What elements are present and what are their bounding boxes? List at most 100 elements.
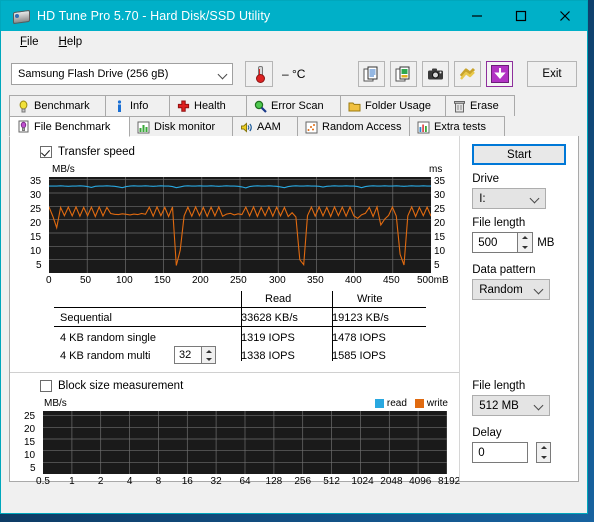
chevron-down-icon [531, 194, 540, 203]
exit-button[interactable]: Exit [527, 61, 577, 87]
results-random-single-read: 1319 IOPS [241, 332, 295, 344]
tab-disk-monitor[interactable]: Disk monitor [129, 116, 233, 137]
copy-text-icon[interactable] [358, 61, 385, 87]
tab-random-access[interactable]: Random Access [297, 116, 410, 137]
menu-file[interactable]: File [10, 34, 49, 50]
transfer-speed-plot-area [49, 177, 431, 273]
ytick-left-30: 30 [30, 190, 42, 201]
block-xtick-4096: 4096 [409, 476, 432, 487]
file-length-arrows[interactable] [518, 232, 534, 253]
delay-arrows[interactable] [536, 442, 552, 463]
tab-file-benchmark[interactable]: File Benchmark [9, 116, 130, 137]
temperature-button[interactable] [245, 61, 273, 87]
copy-image-icon[interactable] [390, 61, 417, 87]
block-ytick-5: 5 [30, 463, 36, 474]
drive-select-value: Samsung Flash Drive (256 gB) [18, 68, 169, 80]
tab-file-benchmark-label: File Benchmark [34, 120, 111, 133]
screenshot-camera-icon[interactable] [422, 61, 449, 87]
block-xtick-32: 32 [210, 476, 222, 487]
file-length-up[interactable] [518, 233, 532, 243]
tab-info[interactable]: Info [105, 95, 170, 116]
ytick-left-5: 5 [36, 260, 42, 271]
transfer-speed-checkbox[interactable]: Transfer speed [40, 146, 135, 158]
data-pattern-label: Data pattern [472, 264, 536, 276]
tab-health-label: Health [194, 100, 226, 112]
file-benchmark-icon [17, 120, 30, 133]
results-row-label-sequential: Sequential [60, 312, 112, 324]
ytick-right-10: 10 [434, 246, 446, 257]
block-file-length-value: 512 MB [479, 399, 519, 412]
tab-folder-usage-label: Folder Usage [365, 100, 432, 112]
legend-read-label: read [386, 398, 407, 409]
queue-depth-down[interactable] [202, 355, 215, 363]
queue-depth-value[interactable]: 32 [174, 346, 202, 364]
title-bar: HD Tune Pro 5.70 - Hard Disk/SSD Utility [1, 1, 587, 31]
delay-value[interactable]: 0 [472, 442, 529, 463]
data-pattern-combo[interactable]: Random [472, 279, 551, 300]
block-size-checkbox[interactable]: Block size measurement [40, 380, 183, 392]
tab-extra-tests[interactable]: Extra tests [409, 116, 505, 137]
block-ytick-20: 20 [24, 424, 36, 435]
menu-bar: File Help [1, 31, 587, 53]
xtick-200: 200 [192, 275, 209, 286]
tab-folder-usage[interactable]: Folder Usage [340, 95, 446, 116]
delay-stepper[interactable]: 0 [472, 442, 552, 463]
checkbox-box [40, 380, 52, 392]
tab-benchmark[interactable]: Benchmark [9, 95, 106, 116]
tab-health[interactable]: Health [169, 95, 247, 116]
tab-row-1: Benchmark Info Health Error Scan Folder … [9, 95, 579, 116]
drive-combo-value: I: [479, 192, 486, 205]
ytick-right-35: 35 [434, 176, 446, 187]
delay-up[interactable] [537, 443, 550, 453]
tabs-area: Benchmark Info Health Error Scan Folder … [1, 95, 587, 487]
drive-combo[interactable]: I: [472, 188, 547, 209]
xtick-500: 500mB [417, 275, 449, 286]
close-button[interactable] [543, 1, 587, 31]
ytick-left-20: 20 [30, 218, 42, 229]
delay-down[interactable] [537, 453, 550, 463]
block-xtick-8192: 8192 [438, 476, 461, 487]
file-benchmark-panel: Transfer speed MB/s ms 35 30 25 20 15 10… [9, 136, 579, 487]
benchmark-left-column: Transfer speed MB/s ms 35 30 25 20 15 10… [10, 136, 460, 487]
bar-chart-icon [137, 121, 150, 134]
tab-aam[interactable]: AAM [232, 116, 298, 137]
folder-icon [348, 100, 361, 113]
file-length-unit: MB [537, 236, 555, 249]
block-xtick-2: 2 [97, 476, 104, 487]
block-ytick-10: 10 [24, 450, 36, 461]
info-icon [113, 99, 126, 113]
menu-help[interactable]: Help [49, 34, 93, 50]
file-length-down[interactable] [518, 243, 532, 253]
queue-depth-arrows[interactable] [202, 346, 216, 364]
options-icon[interactable] [454, 61, 481, 87]
file-length-label-top: File length [472, 217, 526, 229]
results-header-read: Read [265, 293, 292, 305]
download-arrow-icon[interactable] [486, 61, 513, 87]
speaker-icon [240, 121, 253, 134]
block-xtick-16: 16 [181, 476, 193, 487]
file-length-value[interactable]: 500 [472, 232, 519, 253]
legend-read-swatch [374, 399, 384, 408]
drive-label: Drive [472, 173, 500, 185]
ytick-right-25: 25 [434, 204, 446, 215]
transfer-speed-label: Transfer speed [58, 146, 135, 158]
chart-legend: read write [374, 398, 448, 409]
block-size-plot-area [43, 411, 447, 474]
results-sequential-read: 33628 KB/s [241, 312, 298, 324]
drive-select[interactable]: Samsung Flash Drive (256 gB) [11, 63, 233, 85]
block-xtick-1024: 1024 [351, 476, 374, 487]
block-file-length-combo[interactable]: 512 MB [472, 395, 551, 416]
start-button[interactable]: Start [472, 144, 567, 165]
results-random-single-write: 1478 IOPS [332, 332, 386, 344]
file-length-stepper[interactable]: 500 MB [472, 232, 554, 253]
maximize-button[interactable] [499, 1, 543, 31]
file-length-label-bottom: File length [472, 380, 526, 392]
tab-erase[interactable]: Erase [445, 95, 515, 116]
queue-depth-stepper[interactable]: 32 [174, 346, 216, 364]
tab-error-scan[interactable]: Error Scan [246, 95, 341, 116]
block-xtick-256: 256 [294, 476, 312, 487]
transfer-speed-chart: MB/s ms 35 30 25 20 15 10 5 35 30 25 20 … [10, 164, 460, 292]
queue-depth-up[interactable] [202, 347, 215, 355]
harddisk-icon [13, 8, 30, 25]
minimize-button[interactable] [455, 1, 499, 31]
